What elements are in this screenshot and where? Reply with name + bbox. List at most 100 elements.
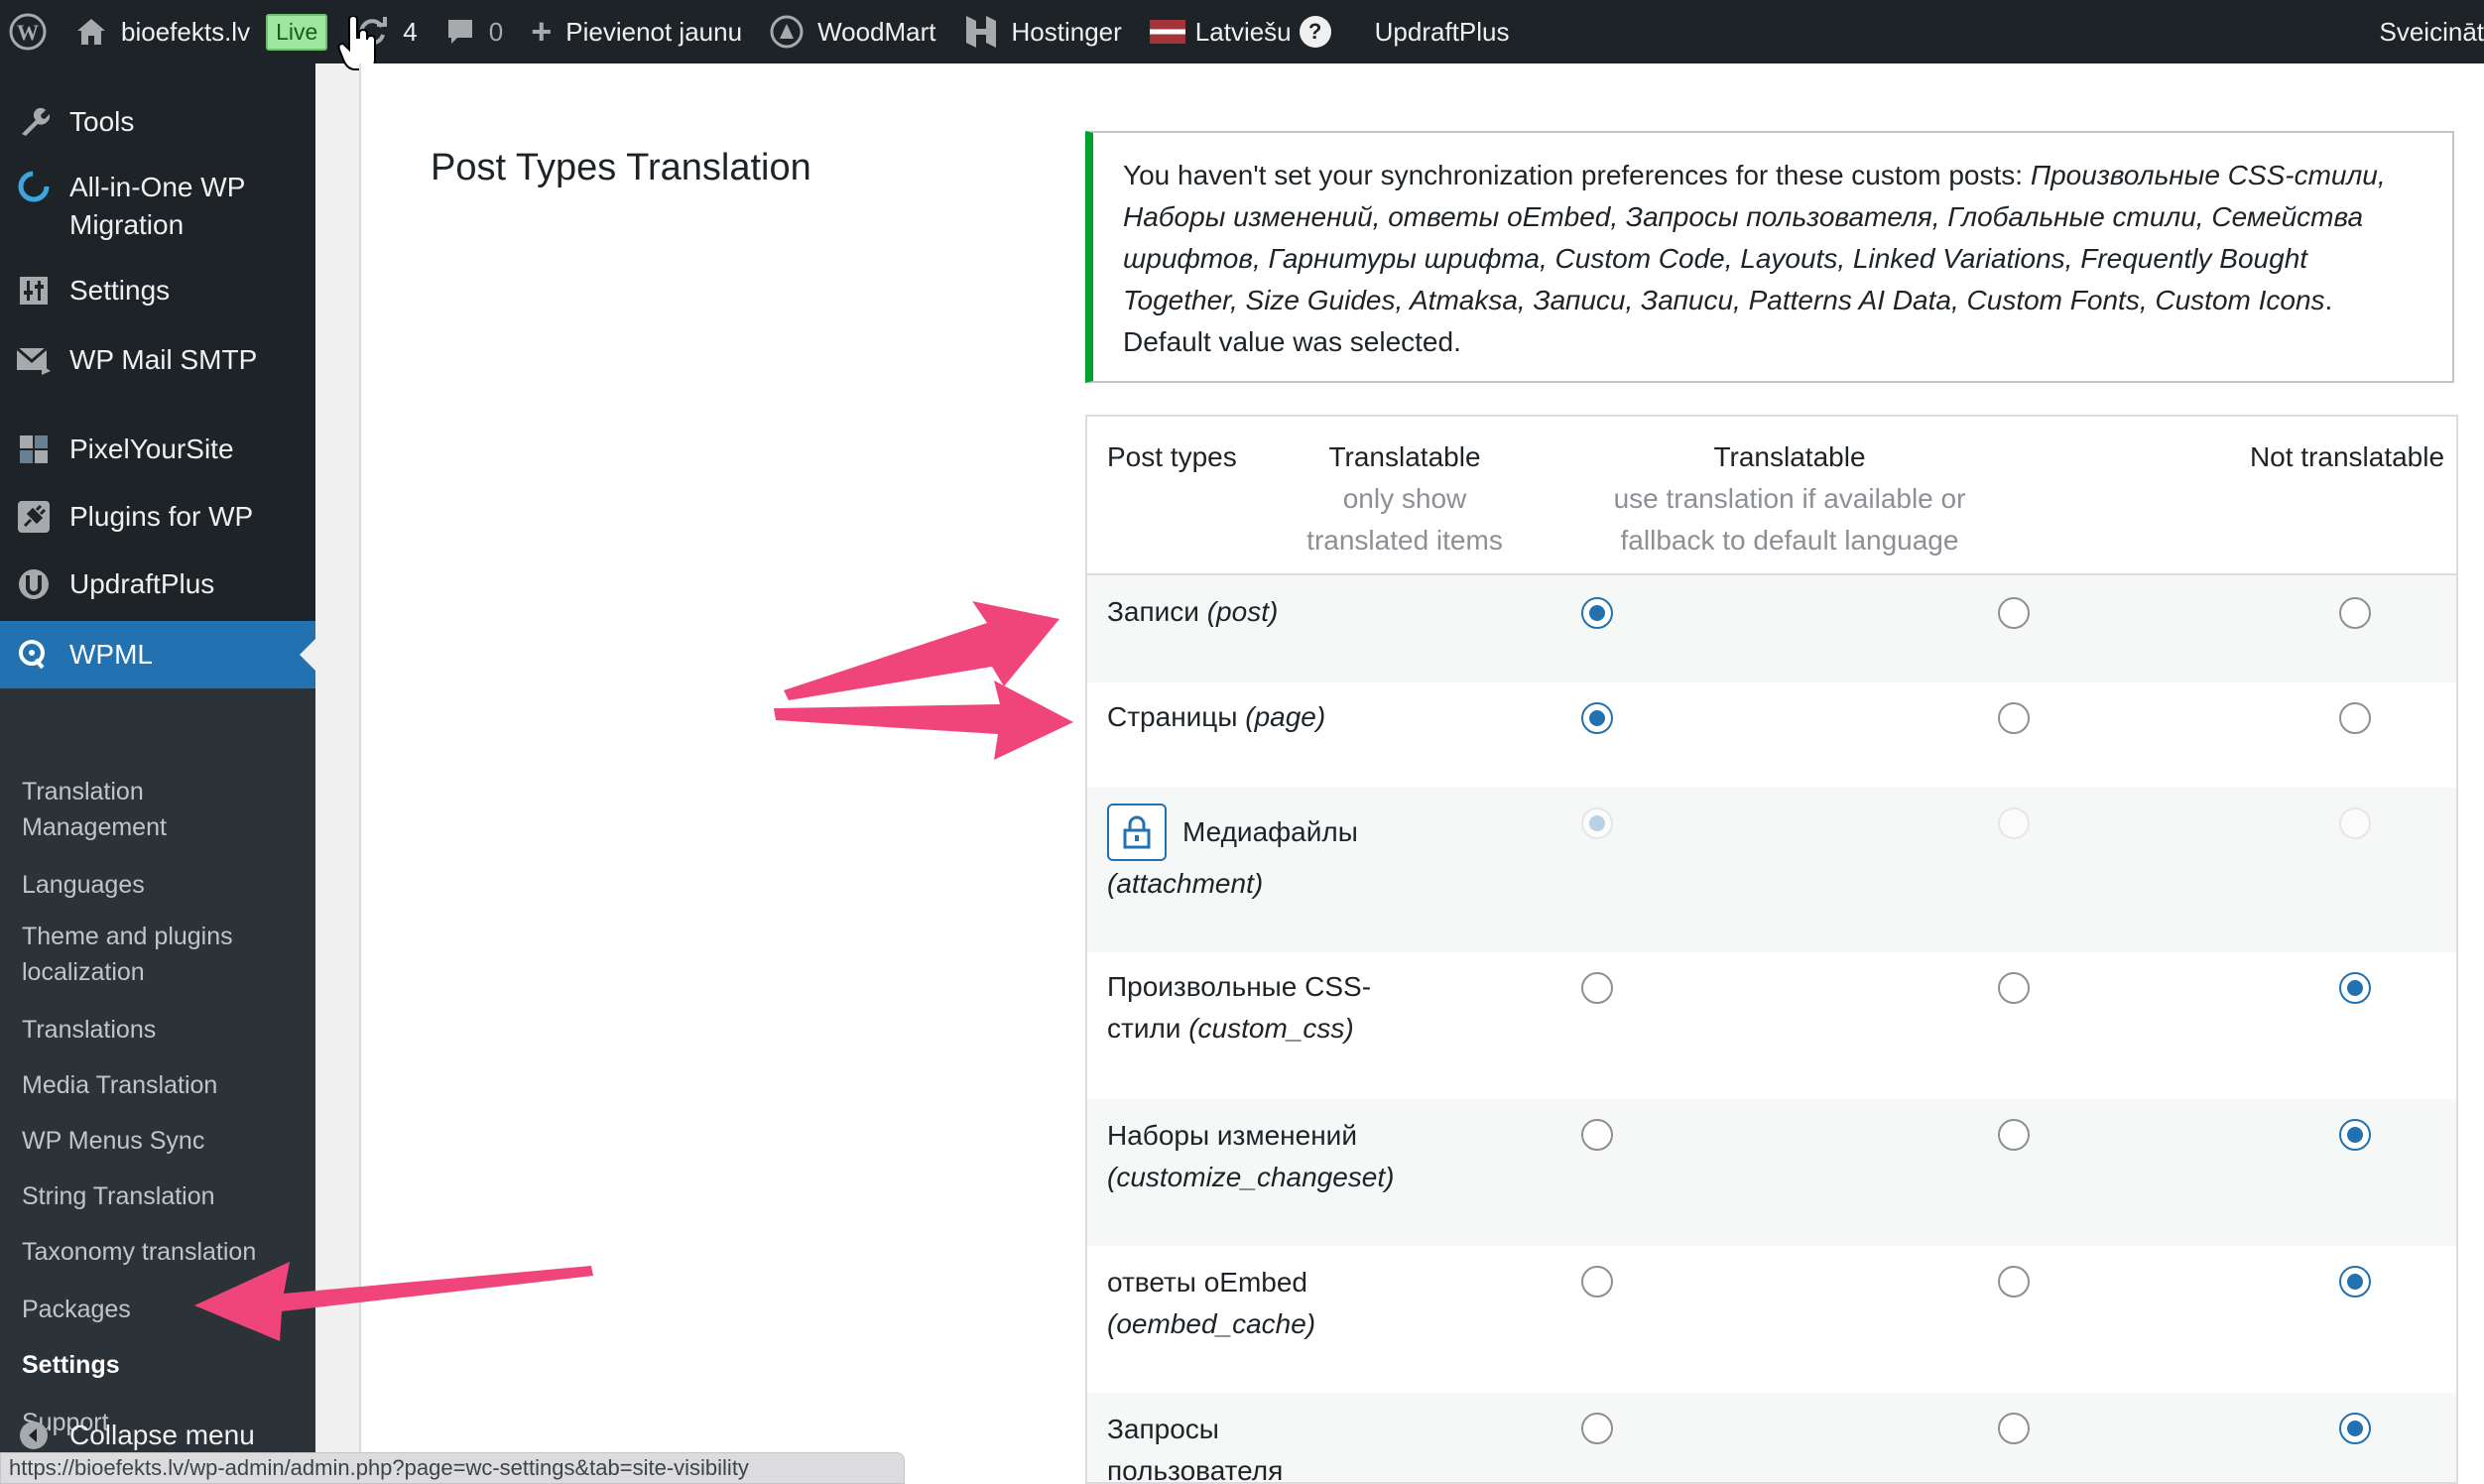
radio-not-translatable[interactable] bbox=[2339, 1119, 2371, 1151]
radio-translatable-only[interactable] bbox=[1581, 1413, 1613, 1444]
hostinger-icon bbox=[964, 14, 998, 50]
submenu-wp-menus-sync[interactable]: WP Menus Sync bbox=[0, 1123, 315, 1159]
radio-not-translatable[interactable] bbox=[2339, 972, 2371, 1004]
help-icon[interactable]: ? bbox=[1299, 16, 1331, 48]
table-row: Произвольные CSS-стили (custom_css) bbox=[1087, 952, 2456, 1099]
hostinger-link[interactable]: Hostinger bbox=[950, 0, 1136, 63]
post-type-name: Записи bbox=[1107, 596, 1199, 627]
radio-translatable-only[interactable] bbox=[1581, 1119, 1613, 1151]
sidebar-item-updraftplus[interactable]: UpdraftPlus bbox=[0, 565, 315, 603]
radio-translatable-fallback bbox=[1998, 807, 2030, 839]
radio-translatable-fallback[interactable] bbox=[1998, 1266, 2030, 1298]
submenu-translation-management[interactable]: Translation Management bbox=[0, 774, 315, 845]
radio-not-translatable[interactable] bbox=[2339, 1413, 2371, 1444]
radio-translatable-only[interactable] bbox=[1581, 972, 1613, 1004]
wpml-submenu: Translation Management Languages Theme a… bbox=[0, 688, 315, 1466]
post-type-name: Медиафайлы bbox=[1182, 816, 1358, 847]
sidebar-item-label: PixelYourSite bbox=[69, 433, 234, 464]
migration-icon bbox=[16, 169, 52, 204]
sidebar-item-tools[interactable]: Tools bbox=[0, 103, 315, 141]
sidebar-item-label: UpdraftPlus bbox=[69, 568, 215, 599]
comment-icon bbox=[445, 17, 475, 47]
submenu-packages[interactable]: Packages bbox=[0, 1292, 315, 1327]
post-type-label: Записи (post) bbox=[1107, 591, 1278, 633]
sidebar-item-label: Tools bbox=[69, 106, 135, 137]
new-content-link[interactable]: + Pievienot jaunu bbox=[517, 0, 756, 63]
radio-not-translatable[interactable] bbox=[2339, 702, 2371, 734]
collapse-menu-button[interactable]: Collapse menu bbox=[0, 1417, 315, 1454]
updraftplus-link[interactable]: UpdraftPlus bbox=[1345, 0, 1524, 63]
radio-translatable-fallback[interactable] bbox=[1998, 1119, 2030, 1151]
radio-translatable-only[interactable] bbox=[1581, 702, 1613, 734]
post-type-label: Наборы изменений (customize_changeset) bbox=[1107, 1115, 1434, 1198]
sidebar-item-label: WP Mail SMTP bbox=[69, 344, 258, 375]
sidebar-item-label: All-in-One WP Migration bbox=[69, 172, 245, 240]
wpml-icon bbox=[16, 637, 52, 673]
table-row: Запросы пользователя bbox=[1087, 1393, 2456, 1484]
post-type-name: Наборы изменений bbox=[1107, 1120, 1357, 1151]
post-type-label: ответы oEmbed (oembed_cache) bbox=[1107, 1262, 1345, 1345]
submenu-string-translation[interactable]: String Translation bbox=[0, 1178, 315, 1214]
post-type-slug: (customize_changeset) bbox=[1107, 1162, 1395, 1192]
radio-not-translatable[interactable] bbox=[2339, 597, 2371, 629]
site-name: bioefekts.lv bbox=[121, 16, 251, 47]
submenu-languages[interactable]: Languages bbox=[0, 867, 315, 903]
wordpress-logo-button[interactable]: W bbox=[0, 0, 62, 63]
table-row: Наборы изменений (customize_changeset) bbox=[1087, 1099, 2456, 1246]
post-type-name: ответы oEmbed bbox=[1107, 1267, 1308, 1298]
status-bar-url: https://bioefekts.lv/wp-admin/admin.php?… bbox=[0, 1452, 905, 1484]
sidebar-item-pixelyoursite[interactable]: PixelYourSite bbox=[0, 431, 315, 468]
radio-translatable-fallback[interactable] bbox=[1998, 702, 2030, 734]
latvia-flag-icon bbox=[1149, 20, 1185, 44]
svg-text:W: W bbox=[17, 20, 39, 45]
radio-not-translatable[interactable] bbox=[2339, 1266, 2371, 1298]
radio-translatable-only[interactable] bbox=[1581, 1266, 1613, 1298]
radio-translatable-fallback[interactable] bbox=[1998, 597, 2030, 629]
submenu-media-translation[interactable]: Media Translation bbox=[0, 1067, 315, 1103]
radio-not-translatable bbox=[2339, 807, 2371, 839]
sidebar-item-wpml[interactable]: WPML bbox=[0, 621, 315, 688]
sidebar-item-label: Settings bbox=[69, 275, 171, 306]
sidebar-item-all-in-one-wp-migration[interactable]: All-in-One WP Migration bbox=[0, 169, 315, 244]
woodmart-icon bbox=[770, 15, 804, 49]
comments-count: 0 bbox=[488, 16, 504, 47]
submenu-translations[interactable]: Translations bbox=[0, 1012, 315, 1048]
radio-translatable-only[interactable] bbox=[1581, 597, 1613, 629]
account-greeting[interactable]: Sveicināt bbox=[2366, 0, 2484, 63]
submenu-theme-plugins-localization[interactable]: Theme and plugins localization bbox=[0, 919, 315, 990]
col-translatable-only-title: Translatable bbox=[1328, 441, 1481, 472]
sidebar-item-wp-mail-smtp[interactable]: WP Mail SMTP bbox=[0, 341, 315, 379]
updraft-icon bbox=[16, 566, 52, 602]
mail-icon bbox=[16, 342, 52, 378]
col-translatable-fallback: Translatable use translation if availabl… bbox=[1591, 436, 1988, 561]
post-type-name: Запросы пользователя bbox=[1107, 1414, 1284, 1484]
post-type-label: Страницы (page) bbox=[1107, 696, 1325, 738]
submenu-settings[interactable]: Settings bbox=[0, 1347, 315, 1383]
sidebar-item-settings[interactable]: Settings bbox=[0, 272, 315, 309]
table-row: ответы oEmbed (oembed_cache) bbox=[1087, 1246, 2456, 1393]
col-translatable-fallback-title: Translatable bbox=[1713, 441, 1866, 472]
woodmart-link[interactable]: WoodMart bbox=[756, 0, 949, 63]
col-translatable-fallback-sub: use translation if available or fallback… bbox=[1613, 483, 1966, 556]
col-not-translatable: Not translatable bbox=[2249, 441, 2445, 472]
site-name-link[interactable]: bioefekts.lv Live bbox=[62, 0, 341, 63]
post-type-slug: (attachment) bbox=[1107, 863, 1263, 905]
radio-translatable-fallback[interactable] bbox=[1998, 1413, 2030, 1444]
comments-link[interactable]: 0 bbox=[432, 0, 517, 63]
post-type-slug: (oembed_cache) bbox=[1107, 1308, 1316, 1339]
radio-translatable-fallback[interactable] bbox=[1998, 972, 2030, 1004]
notice-prefix: You haven't set your synchronization pre… bbox=[1123, 160, 2031, 190]
wordpress-icon: W bbox=[9, 13, 47, 51]
hostinger-label: Hostinger bbox=[1011, 16, 1122, 47]
lock-button[interactable] bbox=[1107, 804, 1167, 861]
language-switcher[interactable]: Latviešu ? bbox=[1136, 0, 1345, 63]
sidebar-item-label: Plugins for WP bbox=[69, 501, 254, 532]
post-types-table: Post types Translatable only show transl… bbox=[1085, 415, 2458, 1484]
home-icon bbox=[75, 17, 107, 47]
sync-notice: You haven't set your synchronization pre… bbox=[1085, 131, 2454, 383]
sidebar-item-plugins-for-wp[interactable]: Plugins for WP bbox=[0, 498, 315, 536]
settings-sliders-icon bbox=[16, 273, 52, 309]
submenu-taxonomy-translation[interactable]: Taxonomy translation bbox=[0, 1234, 315, 1270]
collapse-icon bbox=[16, 1418, 52, 1453]
post-type-slug: (page) bbox=[1245, 701, 1326, 732]
